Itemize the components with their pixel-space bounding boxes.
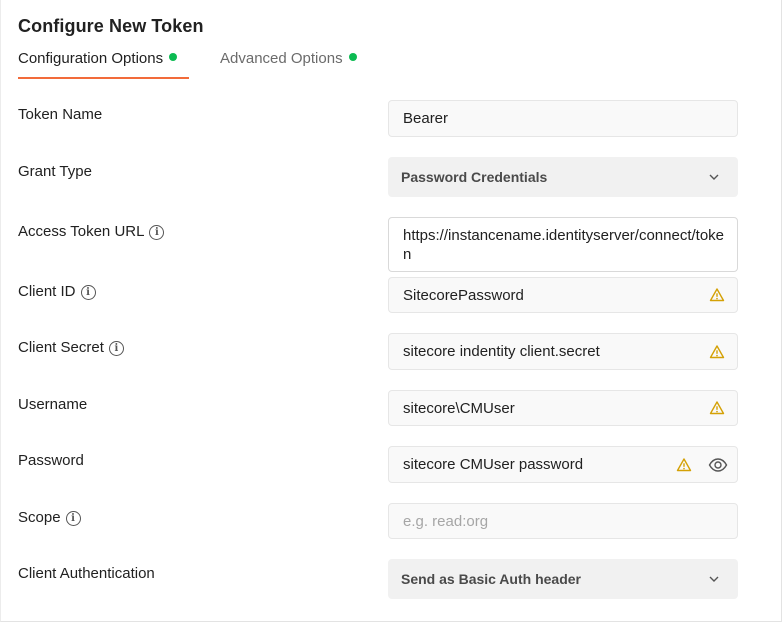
eye-icon[interactable]	[708, 457, 728, 473]
client-secret-input[interactable]: sitecore indentity client.secret	[388, 333, 738, 370]
password-label: Password	[18, 452, 84, 469]
token-name-label: Token Name	[18, 106, 103, 123]
warning-icon[interactable]	[709, 344, 725, 360]
client-authentication-select[interactable]: Send as Basic Auth header	[388, 559, 738, 599]
username-label: Username	[18, 396, 88, 413]
client-secret-label: Client Secret i	[18, 339, 124, 356]
info-icon[interactable]: i	[149, 225, 165, 240]
warning-icon[interactable]	[676, 457, 692, 473]
grant-type-value: Password Credentials	[401, 169, 548, 185]
tab-label: Advanced Options	[220, 50, 343, 67]
token-name-value: Bearer	[403, 110, 449, 127]
client-authentication-value: Send as Basic Auth header	[401, 571, 581, 587]
access-token-url-label: Access Token URL i	[18, 223, 165, 240]
grant-type-select[interactable]: Password Credentials	[388, 157, 738, 197]
password-value: sitecore CMUser password	[403, 456, 584, 473]
info-icon[interactable]: i	[108, 341, 124, 356]
warning-icon[interactable]	[709, 287, 725, 303]
access-token-url-label-text: Access Token URL	[18, 223, 145, 240]
info-icon[interactable]: i	[65, 511, 81, 526]
username-value: sitecore\CMUser	[403, 399, 515, 417]
tab-configuration-options[interactable]: Configuration Options	[18, 50, 178, 80]
access-token-url-value: https://instancename.identityserver/conn…	[403, 227, 725, 263]
client-id-input[interactable]: SitecorePassword	[388, 277, 738, 313]
tab-advanced-options[interactable]: Advanced Options	[220, 50, 357, 80]
page-title: Configure New Token	[18, 16, 204, 36]
client-id-label: Client ID i	[18, 283, 96, 300]
chevron-down-icon	[709, 174, 719, 180]
scope-input[interactable]: e.g. read:org	[388, 503, 738, 539]
tab-bar: Configuration Options Advanced Options	[18, 50, 518, 80]
scope-placeholder: e.g. read:org	[403, 512, 489, 530]
chevron-down-icon	[709, 576, 719, 582]
grant-type-label: Grant Type	[18, 163, 92, 180]
warning-icon[interactable]	[709, 400, 725, 416]
client-id-label-text: Client ID	[18, 283, 76, 300]
client-secret-label-text: Client Secret	[18, 339, 104, 356]
tab-label: Configuration Options	[18, 50, 164, 67]
configure-token-panel: Configure New Token Configuration Option…	[0, 0, 782, 622]
status-dot	[169, 53, 178, 61]
password-input[interactable]: sitecore CMUser password	[388, 446, 738, 483]
info-icon[interactable]: i	[80, 285, 96, 300]
token-name-input[interactable]: Bearer	[388, 100, 738, 137]
scope-label: Scope i	[18, 509, 81, 526]
status-dot	[348, 53, 357, 61]
client-authentication-label: Client Authentication	[18, 565, 155, 582]
client-id-value: SitecorePassword	[403, 286, 524, 304]
client-secret-value: sitecore indentity client.secret	[403, 343, 600, 360]
active-tab-indicator	[18, 77, 189, 79]
access-token-url-input[interactable]: https://instancename.identityserver/conn…	[388, 217, 738, 272]
scope-label-text: Scope	[18, 509, 61, 526]
username-input[interactable]: sitecore\CMUser	[388, 390, 738, 426]
